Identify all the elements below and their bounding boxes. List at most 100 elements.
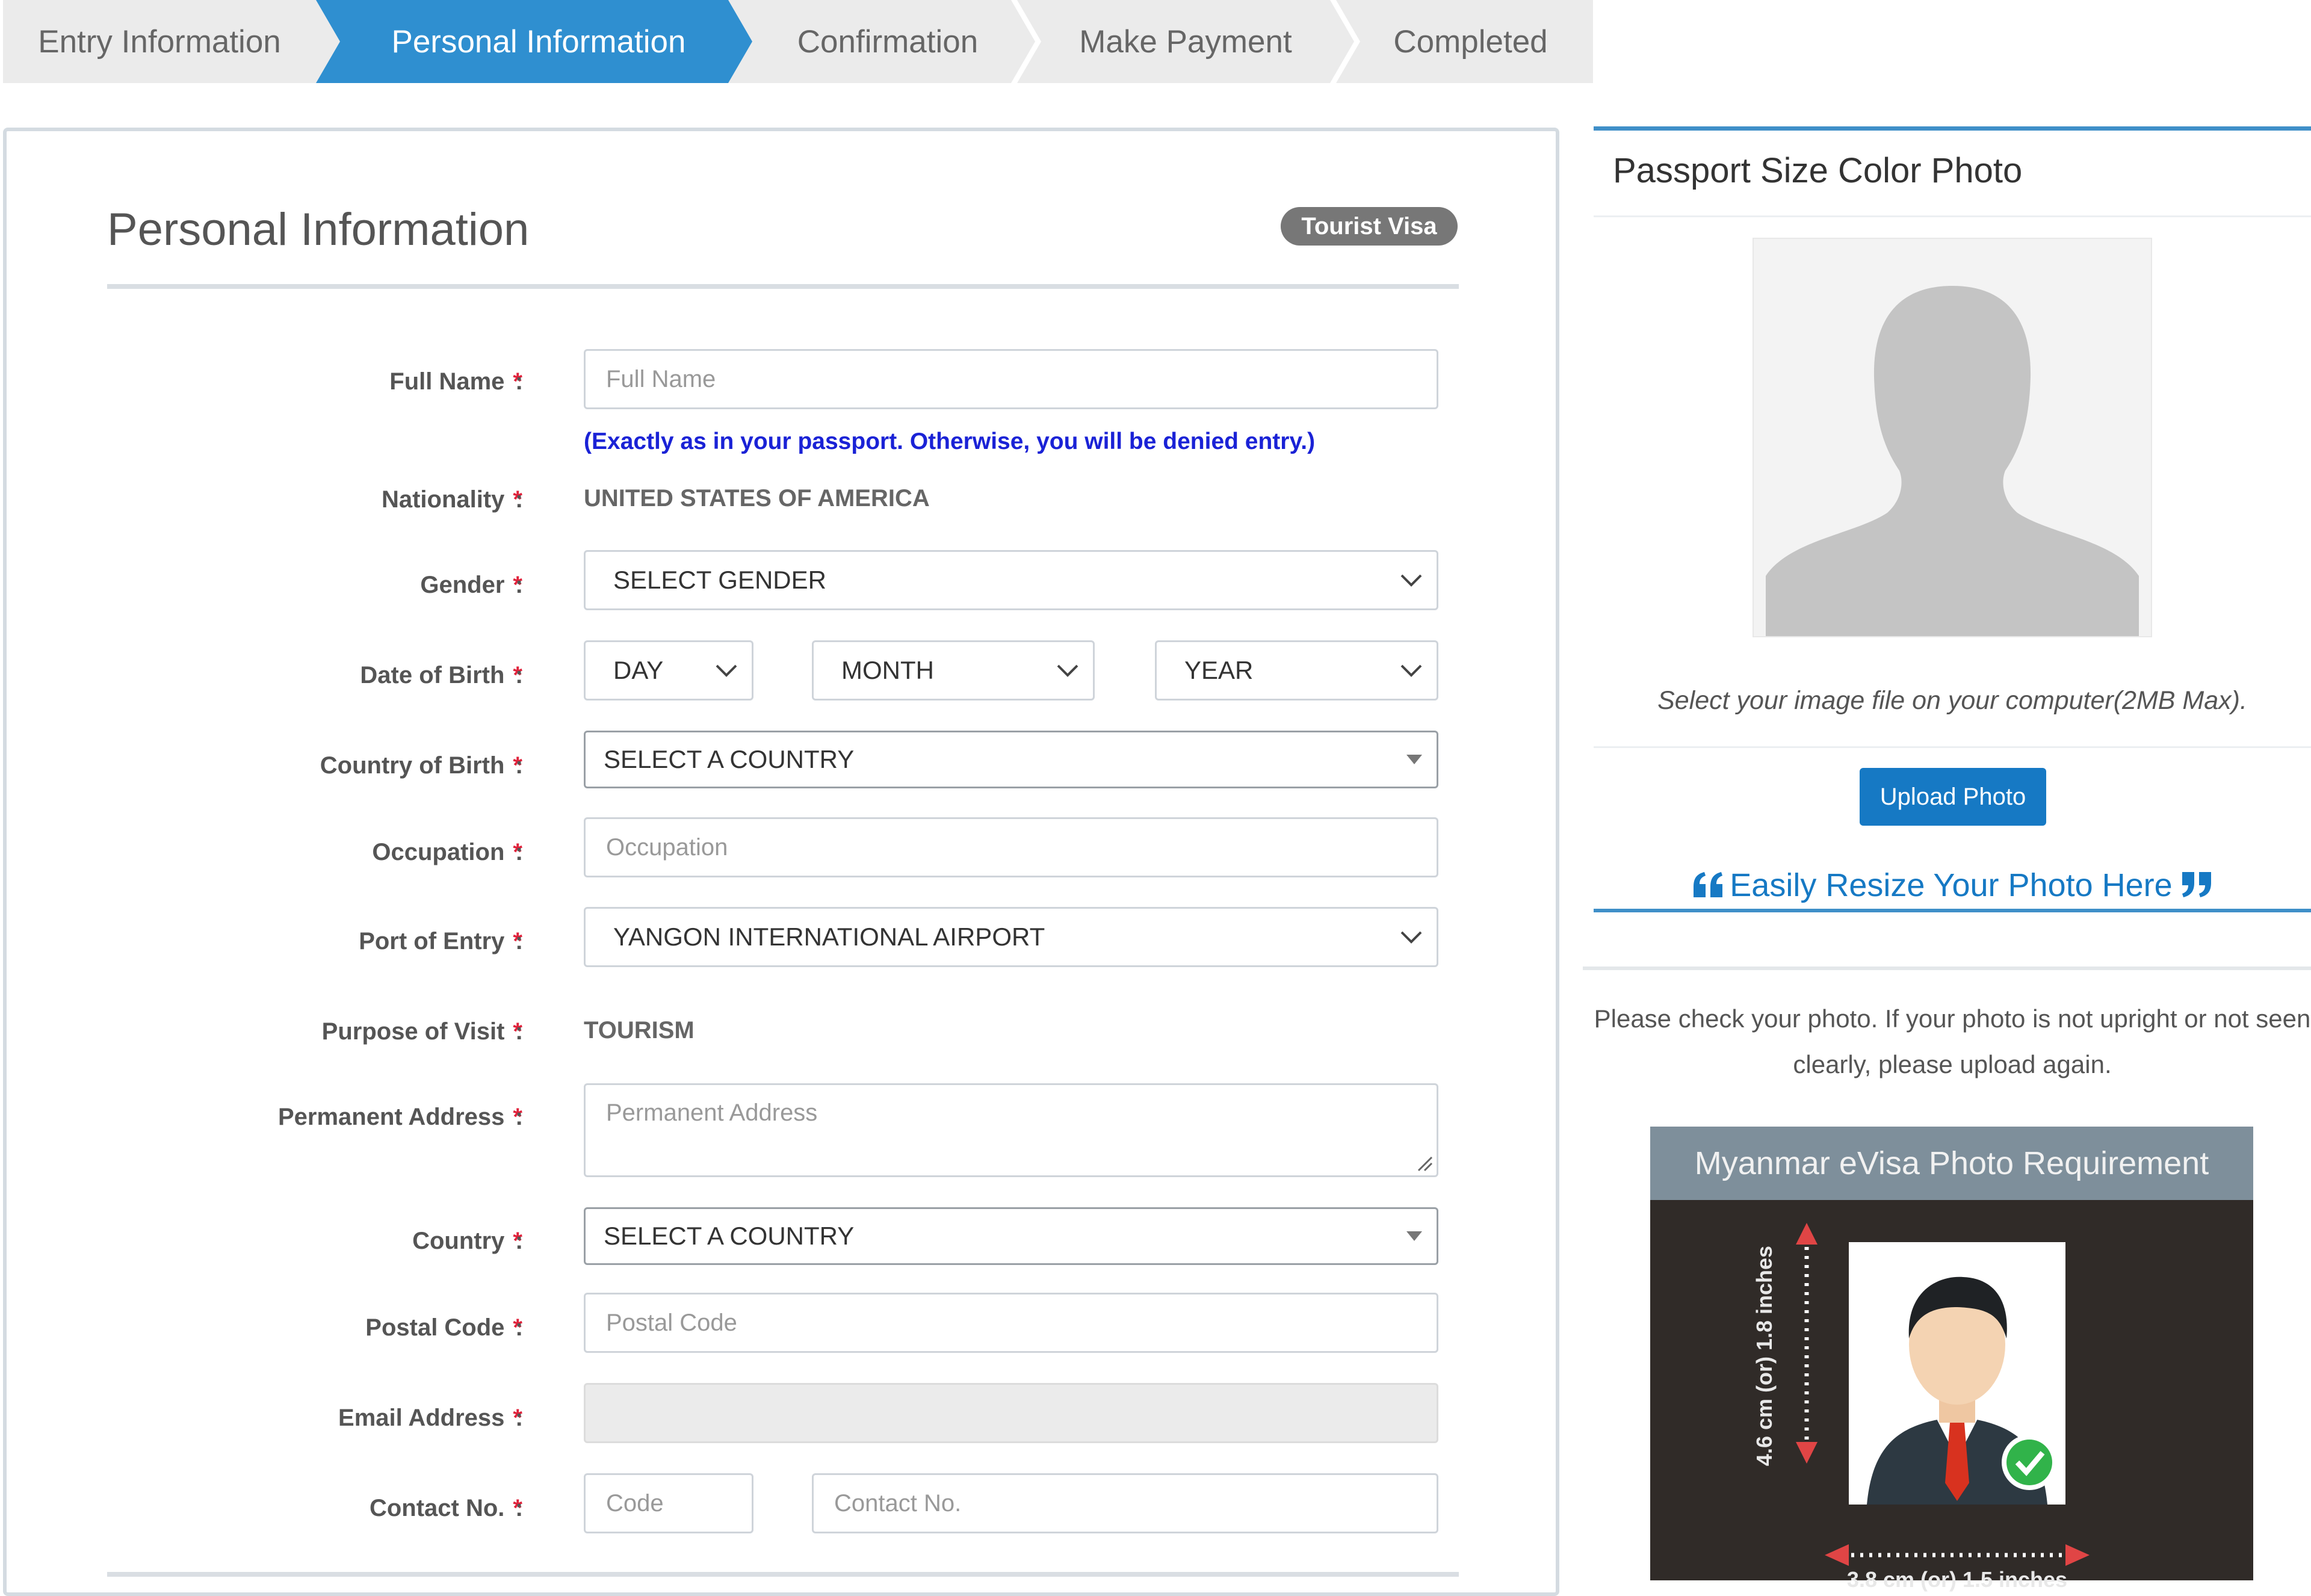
port-of-entry-label: Port of Entry * <box>359 928 522 954</box>
sample-portrait <box>1849 1242 2065 1505</box>
visa-type-badge: Tourist Visa <box>1281 207 1458 246</box>
photo-panel-title: Passport Size Color Photo <box>1613 151 2023 190</box>
businessman-icon <box>1867 1276 2057 1505</box>
resize-link-underline <box>1594 909 2311 912</box>
select-value: DAY <box>613 656 664 684</box>
colon: : <box>515 928 524 954</box>
chevron-down-icon <box>1400 931 1422 944</box>
height-arrow-icon <box>1796 1223 1818 1464</box>
port-of-entry-select[interactable]: YANGON INTERNATIONAL AIRPORT <box>584 907 1438 967</box>
quote-left-icon <box>1694 872 1723 897</box>
placeholder: Postal Code <box>606 1309 737 1336</box>
country-of-birth-label: Country of Birth * <box>320 752 522 779</box>
colon: : <box>515 1405 524 1431</box>
colon: : <box>515 1314 524 1341</box>
page-title: Personal Information <box>107 204 530 255</box>
chevron-down-icon <box>1400 664 1422 677</box>
step-personal-information: Personal Information <box>316 0 761 83</box>
chevron-down-icon <box>1057 664 1078 677</box>
country-select[interactable]: SELECT A COUNTRY <box>584 1207 1438 1265</box>
placeholder: Full Name <box>606 365 716 392</box>
select-value: SELECT A COUNTRY <box>604 745 855 773</box>
progress-steps: Entry Information Personal Information C… <box>3 0 1593 83</box>
colon: : <box>515 572 524 598</box>
colon: : <box>515 752 524 779</box>
placeholder: Contact No. <box>834 1489 962 1517</box>
divider <box>1594 746 2311 748</box>
photo-requirement-graphic: Myanmar eVisa Photo Requirement 4.6 cm (… <box>1650 1127 2253 1592</box>
full-name-hint: (Exactly as in your passport. Otherwise,… <box>584 428 1316 454</box>
resize-photo-link[interactable]: Easily Resize Your Photo Here <box>1594 867 2311 904</box>
step-label: Make Payment <box>1079 23 1292 60</box>
country-label: Country * <box>412 1228 522 1254</box>
step-make-payment: Make Payment <box>1017 0 1354 83</box>
nationality-value: UNITED STATES OF AMERICA <box>584 485 930 512</box>
colon: : <box>515 839 524 865</box>
colon: : <box>515 1018 524 1045</box>
colon: : <box>515 1495 524 1521</box>
email-address-input <box>584 1383 1438 1443</box>
placeholder: Occupation <box>606 834 728 861</box>
purpose-label: Purpose of Visit * <box>321 1018 522 1045</box>
step-entry-information: Entry Information <box>3 0 340 83</box>
step-label: Personal Information <box>391 23 686 60</box>
occupation-label: Occupation * <box>372 839 522 865</box>
nationality-label: Nationality * <box>381 486 522 513</box>
dob-label: Date of Birth * <box>360 662 522 688</box>
colon: : <box>515 662 524 688</box>
permanent-address-textarea[interactable]: Permanent Address <box>584 1083 1438 1177</box>
gender-label: Gender * <box>420 572 522 598</box>
dob-month-select[interactable]: MONTH <box>812 640 1095 701</box>
chevron-down-icon <box>716 664 737 677</box>
colon: : <box>515 1228 524 1254</box>
contact-code-input[interactable]: Code <box>584 1473 753 1533</box>
select-value: SELECT A COUNTRY <box>604 1222 855 1250</box>
width-dimension-label: 3.8 cm (or) 1.5 inches <box>1846 1567 2068 1592</box>
dob-year-select[interactable]: YEAR <box>1155 640 1438 701</box>
select-value: MONTH <box>841 656 934 684</box>
step-label: Entry Information <box>38 23 281 60</box>
resize-handle-icon[interactable] <box>1415 1154 1433 1172</box>
email-address-label: Email Address * <box>338 1405 522 1431</box>
width-arrow-icon <box>1825 1544 2090 1566</box>
divider <box>1594 215 2311 217</box>
permanent-address-label: Permanent Address * <box>277 1104 522 1130</box>
purpose-value: TOURISM <box>584 1017 695 1044</box>
height-dimension-label: 4.6 cm (or) 1.8 inches <box>1752 1245 1777 1467</box>
gender-select[interactable]: SELECT GENDER <box>584 550 1438 610</box>
select-value: YEAR <box>1184 656 1254 684</box>
quote-right-icon <box>2182 872 2211 897</box>
step-label: Confirmation <box>797 23 979 60</box>
dob-day-select[interactable]: DAY <box>584 640 753 701</box>
step-confirmation: Confirmation <box>728 0 1035 83</box>
colon: : <box>515 368 524 395</box>
upload-photo-button[interactable]: Upload Photo <box>1860 768 2046 826</box>
caret-down-icon <box>1406 1231 1422 1241</box>
photo-check-instructions: Please check your photo. If your photo i… <box>1594 1004 2311 1078</box>
placeholder: Code <box>606 1489 664 1517</box>
full-name-input[interactable]: Full Name <box>584 349 1438 409</box>
full-name-label: Full Name * <box>389 368 522 395</box>
select-value: YANGON INTERNATIONAL AIRPORT <box>613 923 1045 951</box>
select-value: SELECT GENDER <box>613 566 826 594</box>
postal-code-input[interactable]: Postal Code <box>584 1293 1438 1353</box>
step-completed: Completed <box>1336 0 1593 83</box>
step-label: Completed <box>1393 23 1548 60</box>
photo-caption: Select your image file on your computer(… <box>1657 686 2247 715</box>
placeholder: Permanent Address <box>606 1100 818 1126</box>
country-of-birth-select[interactable]: SELECT A COUNTRY <box>584 731 1438 788</box>
caret-down-icon <box>1406 755 1422 764</box>
contact-number-input[interactable]: Contact No. <box>812 1473 1438 1533</box>
bottom-divider <box>107 1572 1459 1577</box>
silhouette-icon <box>1766 286 2139 636</box>
photo-panel-top-rule <box>1594 126 2311 131</box>
title-divider <box>107 284 1459 289</box>
colon: : <box>515 486 524 513</box>
photo-preview <box>1753 238 2152 637</box>
postal-code-label: Postal Code * <box>365 1314 522 1341</box>
occupation-input[interactable]: Occupation <box>584 817 1438 877</box>
resize-link-label: Easily Resize Your Photo Here <box>1730 867 2173 903</box>
divider <box>1583 967 2311 970</box>
colon: : <box>515 1104 524 1130</box>
chevron-down-icon <box>1400 574 1422 587</box>
